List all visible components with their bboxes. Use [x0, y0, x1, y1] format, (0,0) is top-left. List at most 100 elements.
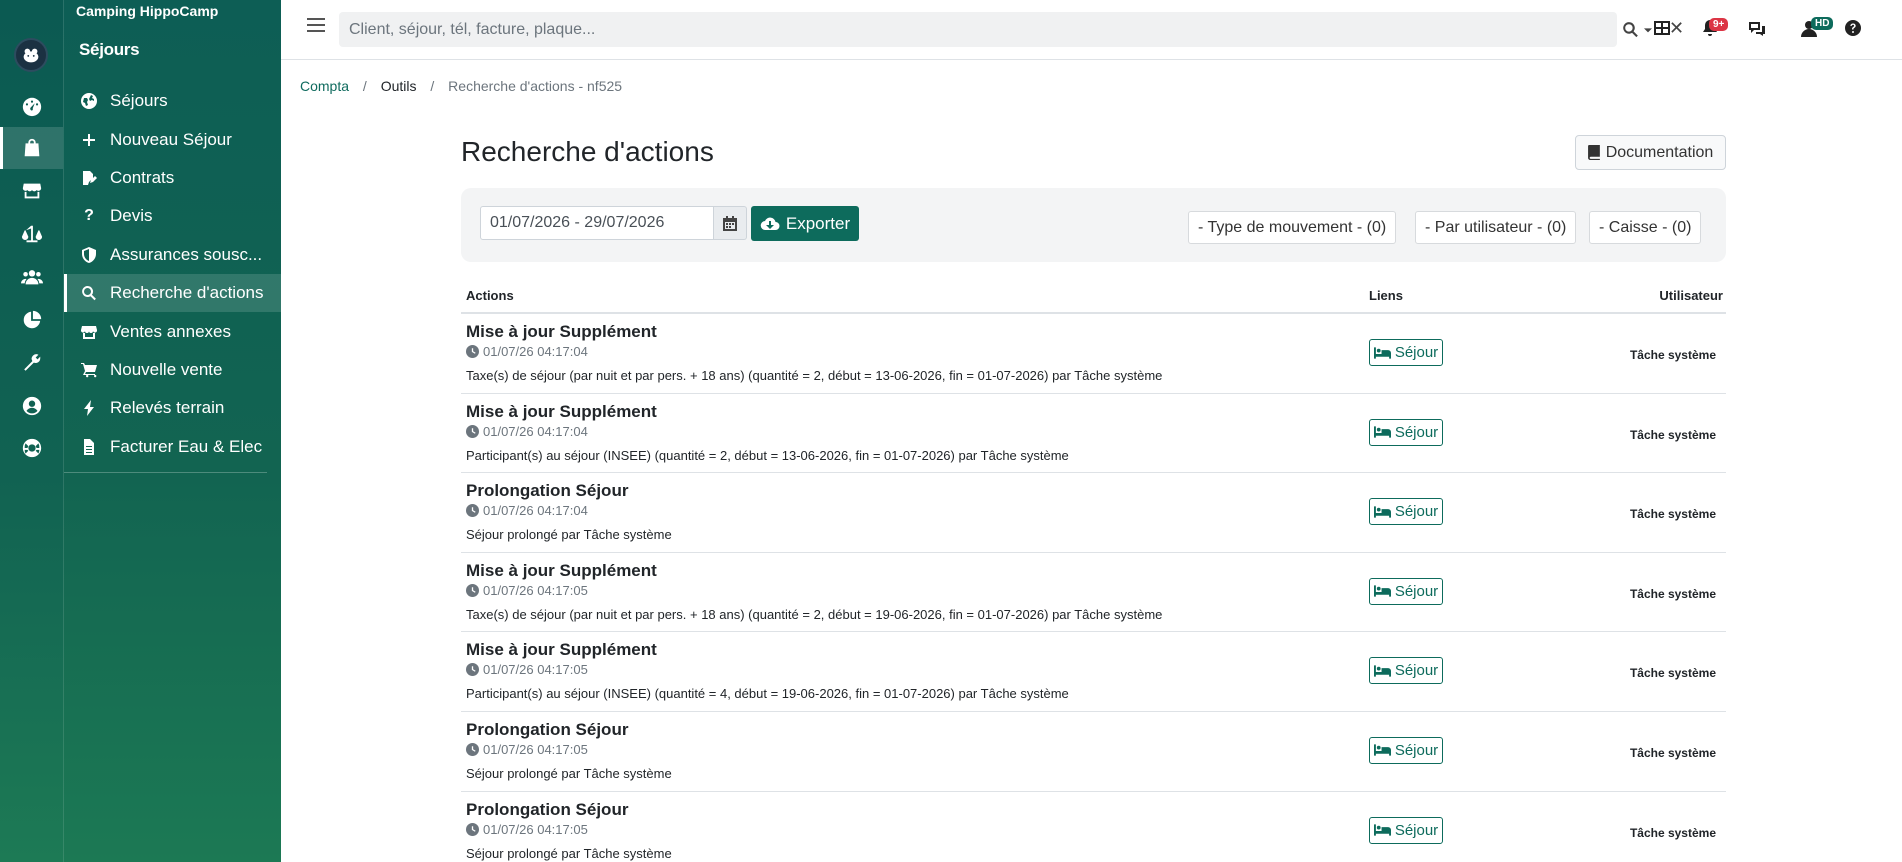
hippo-logo-icon[interactable]	[14, 38, 48, 72]
sidebar-item-assurances[interactable]: Assurances sousc...	[64, 236, 282, 274]
action-user: Tâche système	[1629, 427, 1716, 442]
sidebar-item-label: Séjours	[110, 91, 168, 111]
user-initials-badge: HD	[1811, 17, 1834, 30]
table-row: Prolongation Séjour 01/07/26 04:17:05 Sé…	[461, 792, 1726, 862]
table-row: Mise à jour Supplément 01/07/26 04:17:05…	[461, 632, 1726, 712]
plus-icon	[80, 131, 98, 149]
sidebar-item-nouveau-sejour[interactable]: Nouveau Séjour	[64, 120, 282, 158]
user-circle-icon[interactable]	[0, 385, 63, 427]
chat-icon[interactable]	[1745, 16, 1769, 40]
export-button[interactable]: Exporter	[751, 206, 859, 241]
action-time: 01/07/26 04:17:05	[466, 742, 588, 757]
clock-icon	[466, 504, 479, 518]
sejour-link-button[interactable]: Séjour	[1369, 418, 1443, 446]
table-row: Prolongation Séjour 01/07/26 04:17:04 Sé…	[461, 473, 1726, 553]
sidebar-menu: Camping HippoCamp Séjours Séjours Nouvea…	[63, 0, 282, 862]
dashboard-icon[interactable]	[0, 85, 63, 127]
column-header-actions: Actions	[466, 288, 514, 303]
calendar-button[interactable]	[714, 206, 747, 240]
sidebar-item-contrats[interactable]: Contrats	[64, 159, 282, 197]
lifebuoy-icon[interactable]	[0, 427, 63, 469]
clock-icon	[466, 424, 479, 438]
store-icon[interactable]	[0, 170, 63, 212]
table-row: Mise à jour Supplément 01/07/26 04:17:04…	[461, 314, 1726, 394]
sidebar-item-label: Facturer Eau & Elec	[110, 436, 263, 456]
clock-icon	[466, 663, 479, 677]
bolt-icon	[80, 399, 98, 417]
pie-chart-icon[interactable]	[0, 299, 63, 341]
sidebar-item-ventes-annexes[interactable]: Ventes annexes	[64, 312, 282, 350]
breadcrumb-current: Recherche d'actions - nf525	[448, 78, 623, 94]
action-description: Séjour prolongé par Tâche système	[466, 527, 672, 543]
help-icon[interactable]	[1841, 16, 1865, 40]
sidebar-item-releves-terrain[interactable]: Relevés terrain	[64, 389, 282, 427]
search-icon	[1623, 22, 1638, 38]
sidebar-item-label: Devis	[110, 206, 153, 226]
utilisateur-filter[interactable]: - Par utilisateur - (0)	[1415, 211, 1577, 244]
section-title: Séjours	[79, 40, 140, 59]
breadcrumb-item-outils[interactable]: Outils	[381, 78, 417, 94]
users-icon[interactable]	[0, 256, 63, 298]
sejour-link-button[interactable]: Séjour	[1369, 657, 1443, 685]
sidebar-item-recherche-actions[interactable]: Recherche d'actions	[64, 273, 282, 313]
file-icon	[80, 438, 98, 456]
search-options-button[interactable]	[1622, 21, 1652, 38]
bed-icon	[1373, 824, 1391, 836]
clock-icon	[466, 822, 479, 836]
grid-icon[interactable]	[1650, 16, 1674, 40]
action-user: Tâche système	[1629, 586, 1716, 601]
table-row: Prolongation Séjour 01/07/26 04:17:05 Sé…	[461, 712, 1726, 792]
notification-badge: 9+	[1709, 18, 1729, 31]
actions-table-body: Mise à jour Supplément 01/07/26 04:17:04…	[461, 314, 1726, 862]
action-description: Participant(s) au séjour (INSEE) (quanti…	[466, 447, 1069, 463]
sidebar-item-devis[interactable]: ? Devis	[64, 197, 282, 235]
page-title: Recherche d'actions	[461, 136, 714, 167]
documentation-button[interactable]: Documentation	[1575, 135, 1726, 170]
action-description: Participant(s) au séjour (INSEE) (quanti…	[466, 686, 1069, 702]
bed-icon	[1373, 665, 1391, 677]
action-title: Prolongation Séjour	[466, 719, 629, 739]
date-range-input[interactable]: 01/07/2026 - 29/07/2026	[480, 206, 714, 240]
sejour-link-button[interactable]: Séjour	[1369, 498, 1443, 526]
action-user: Tâche système	[1629, 666, 1716, 681]
action-title: Mise à jour Supplément	[466, 322, 657, 341]
action-title: Prolongation Séjour	[466, 799, 629, 819]
sidebar-item-nouvelle-vente[interactable]: Nouvelle vente	[64, 351, 282, 389]
sidebar-item-label: Ventes annexes	[110, 321, 231, 341]
sejour-link-button[interactable]: Séjour	[1369, 339, 1443, 366]
scale-icon[interactable]	[0, 213, 63, 255]
sidebar-item-facturer-eau-elec[interactable]: Facturer Eau & Elec	[64, 428, 282, 466]
clock-icon	[466, 345, 479, 358]
sidebar-divider	[64, 472, 267, 473]
hamburger-menu-icon[interactable]	[307, 18, 325, 36]
caisse-filter[interactable]: - Caisse - (0)	[1589, 211, 1702, 244]
sejour-link-button[interactable]: Séjour	[1369, 816, 1443, 844]
column-header-utilisateur: Utilisateur	[1659, 288, 1723, 303]
wrench-icon[interactable]	[0, 342, 63, 384]
table-row: Mise à jour Supplément 01/07/26 04:17:05…	[461, 553, 1726, 633]
table-row: Mise à jour Supplément 01/07/26 04:17:04…	[461, 394, 1726, 474]
clock-icon	[466, 583, 479, 597]
action-time: 01/07/26 04:17:04	[466, 344, 588, 359]
bag-icon[interactable]	[0, 127, 63, 169]
search-input[interactable]	[339, 12, 1519, 47]
top-bar: ✕ 9+ HD	[281, 0, 1902, 60]
column-header-liens: Liens	[1369, 288, 1403, 303]
action-description: Séjour prolongé par Tâche système	[466, 845, 672, 861]
table-header: Actions Liens Utilisateur	[461, 286, 1726, 314]
type-mouvement-filter[interactable]: - Type de mouvement - (0)	[1188, 211, 1397, 244]
sidebar-item-label: Recherche d'actions	[110, 283, 264, 303]
cloud-download-icon	[760, 217, 780, 230]
globe-icon	[80, 92, 98, 110]
action-time: 01/07/26 04:17:05	[466, 583, 588, 598]
breadcrumb-link-compta[interactable]: Compta	[300, 78, 349, 94]
action-title: Mise à jour Supplément	[466, 401, 657, 421]
action-user: Tâche système	[1629, 348, 1716, 362]
sidebar-item-label: Nouvelle vente	[110, 359, 223, 379]
sidebar-item-sejours[interactable]: Séjours	[64, 82, 282, 120]
bed-icon	[1373, 585, 1391, 597]
sejour-link-button[interactable]: Séjour	[1369, 577, 1443, 605]
sejour-link-button[interactable]: Séjour	[1369, 736, 1443, 764]
icon-rail	[0, 0, 63, 862]
action-time: 01/07/26 04:17:04	[466, 424, 588, 439]
